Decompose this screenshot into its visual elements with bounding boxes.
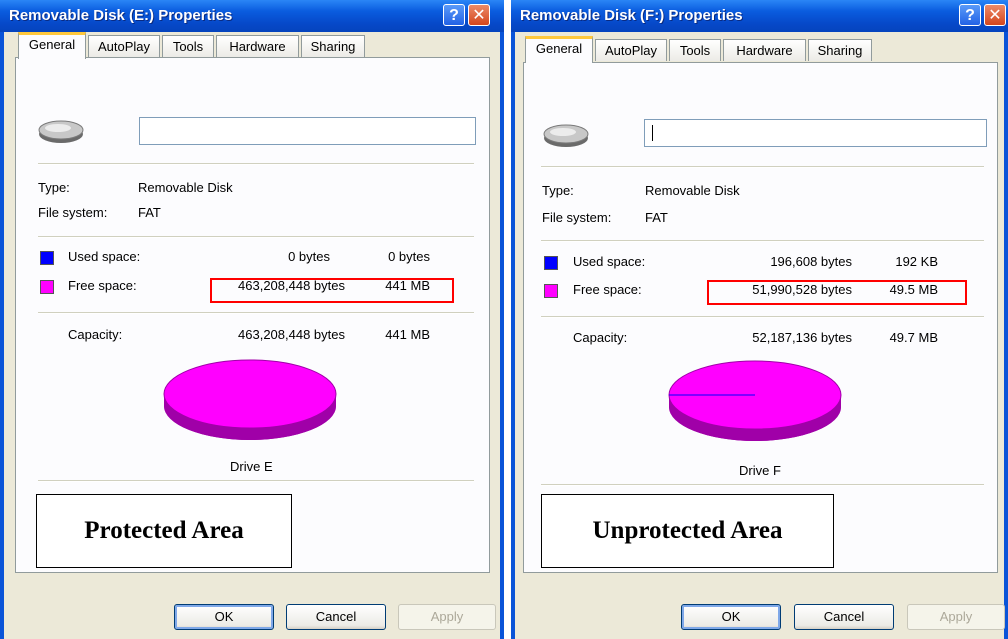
- used-space-swatch: [40, 251, 54, 265]
- used-space-label: Used space:: [68, 249, 141, 264]
- disk-usage-pie-chart: [163, 359, 337, 440]
- separator: [38, 312, 474, 314]
- used-space-label: Used space:: [573, 254, 646, 269]
- used-space-size: 192 KB: [895, 254, 938, 269]
- disk-usage-pie-chart: [668, 360, 842, 441]
- separator: [541, 484, 984, 486]
- separator: [541, 166, 984, 168]
- volume-label-input[interactable]: [644, 119, 987, 147]
- type-value: Removable Disk: [645, 183, 740, 198]
- file-system-label: File system:: [38, 205, 108, 220]
- tab-autoplay[interactable]: AutoPlay: [595, 39, 667, 61]
- free-space-swatch: [544, 284, 558, 298]
- used-space-size: 0 bytes: [388, 249, 430, 264]
- used-space-bytes: 196,608 bytes: [770, 254, 852, 269]
- tab-sharing[interactable]: Sharing: [808, 39, 872, 61]
- capacity-size: 49.7 MB: [889, 330, 938, 345]
- apply-button[interactable]: Apply: [907, 604, 1005, 630]
- type-label: Type:: [38, 180, 70, 195]
- drive-label: Drive F: [739, 463, 781, 478]
- tab-sharing[interactable]: Sharing: [301, 35, 365, 57]
- apply-button[interactable]: Apply: [398, 604, 496, 630]
- used-space-bytes: 0 bytes: [288, 249, 330, 264]
- file-system-value: FAT: [645, 210, 668, 225]
- capacity-bytes: 52,187,136 bytes: [752, 330, 852, 345]
- drive-e-properties-window: Removable Disk (E:) Properties ? ✕ Gener…: [0, 0, 504, 639]
- tab-general[interactable]: General: [525, 36, 593, 63]
- tab-tools[interactable]: Tools: [669, 39, 721, 61]
- removable-disk-icon: [38, 120, 84, 143]
- file-system-value: FAT: [138, 205, 161, 220]
- separator: [541, 316, 984, 318]
- help-icon[interactable]: ?: [443, 4, 465, 26]
- text-caret: [652, 125, 653, 141]
- highlight-box: [210, 278, 454, 303]
- tab-autoplay[interactable]: AutoPlay: [88, 35, 160, 57]
- close-icon[interactable]: ✕: [984, 4, 1006, 26]
- capacity-label: Capacity:: [68, 327, 123, 342]
- free-space-swatch: [40, 280, 54, 294]
- type-value: Removable Disk: [138, 180, 233, 195]
- highlight-box: [707, 280, 967, 305]
- separator: [38, 480, 474, 482]
- ok-button[interactable]: OK: [681, 604, 781, 630]
- help-icon[interactable]: ?: [959, 4, 981, 26]
- capacity-size: 441 MB: [385, 327, 430, 342]
- file-system-label: File system:: [542, 210, 612, 225]
- cancel-button[interactable]: Cancel: [286, 604, 386, 630]
- window-title: Removable Disk (F:) Properties: [520, 7, 743, 24]
- title-bar[interactable]: Removable Disk (F:) Properties ? ✕: [511, 0, 1008, 32]
- cancel-button[interactable]: Cancel: [794, 604, 894, 630]
- capacity-label: Capacity:: [573, 330, 628, 345]
- separator: [541, 240, 984, 242]
- tab-tools[interactable]: Tools: [162, 35, 214, 57]
- tab-hardware[interactable]: Hardware: [723, 39, 806, 61]
- free-space-label: Free space:: [573, 282, 642, 297]
- used-space-swatch: [544, 256, 558, 270]
- type-label: Type:: [542, 183, 574, 198]
- close-icon[interactable]: ✕: [468, 4, 490, 26]
- separator: [38, 236, 474, 238]
- removable-disk-icon: [543, 124, 589, 147]
- drive-f-properties-window: Removable Disk (F:) Properties ? ✕ Gener…: [511, 0, 1008, 639]
- volume-label-input[interactable]: [139, 117, 476, 145]
- title-bar[interactable]: Removable Disk (E:) Properties ? ✕: [0, 0, 504, 32]
- protected-area-annotation: Protected Area: [36, 494, 292, 568]
- separator: [38, 163, 474, 165]
- drive-label: Drive E: [230, 459, 273, 474]
- tab-hardware[interactable]: Hardware: [216, 35, 299, 57]
- ok-button[interactable]: OK: [174, 604, 274, 630]
- free-space-label: Free space:: [68, 278, 137, 293]
- unprotected-area-annotation: Unprotected Area: [541, 494, 834, 568]
- window-title: Removable Disk (E:) Properties: [9, 7, 233, 24]
- pie-free-slice: [163, 359, 337, 429]
- tab-general[interactable]: General: [18, 32, 86, 59]
- capacity-bytes: 463,208,448 bytes: [238, 327, 345, 342]
